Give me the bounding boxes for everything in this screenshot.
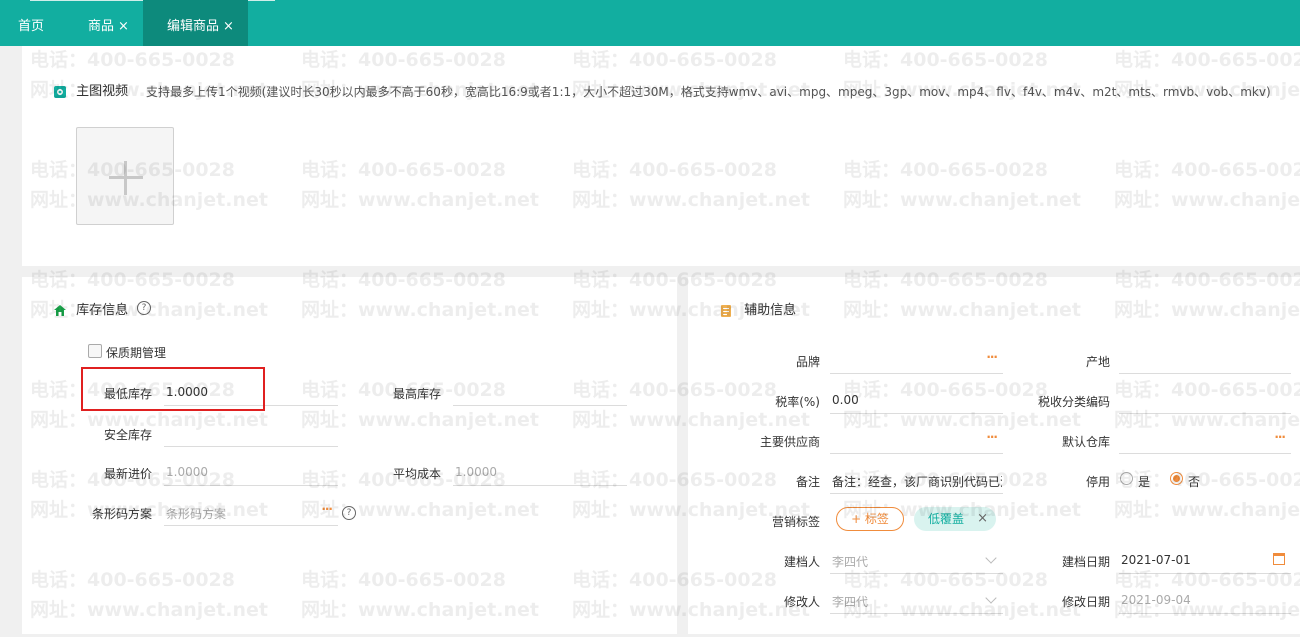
tax-code-input[interactable]	[1119, 388, 1291, 414]
modifier-chevron-down-icon	[985, 592, 997, 604]
tab-edit-product-close-icon[interactable]: ×	[223, 19, 234, 34]
creator-chevron-down-icon	[985, 552, 997, 564]
origin-input[interactable]	[1119, 348, 1291, 374]
barcode-scheme-input[interactable]: 条形码方案 ···	[164, 500, 338, 526]
tag-remove-icon[interactable]: ×	[977, 507, 988, 531]
tab-products[interactable]: 商品 ×	[88, 0, 129, 46]
video-upload-button[interactable]	[76, 127, 174, 225]
calendar-icon[interactable]	[1273, 553, 1285, 565]
barcode-scheme-placeholder: 条形码方案	[166, 507, 227, 521]
safety-stock-label: 安全库存	[104, 428, 153, 442]
tab-edit-product-label: 编辑商品	[167, 19, 220, 34]
tag-chip: 低覆盖 ×	[914, 507, 996, 531]
aux-info-panel: 辅助信息 品牌 ··· 产地 税率(%) 0.00 税收分类编码 主要供应商 ·…	[688, 277, 1300, 634]
creator-label: 建档人	[783, 555, 820, 569]
creator-select[interactable]: 李四代	[830, 548, 1003, 574]
warehouse-label: 默认仓库	[1061, 435, 1110, 449]
barcode-more-icon[interactable]: ···	[321, 502, 333, 516]
latest-price-label: 最新进价	[104, 467, 153, 481]
modifier-label: 修改人	[783, 595, 820, 609]
safety-stock-input[interactable]	[164, 421, 338, 447]
tax-rate-value: 0.00	[832, 393, 859, 407]
disabled-radio-yes[interactable]	[1120, 472, 1133, 485]
shelf-life-checkbox[interactable]	[88, 344, 102, 358]
video-section-title: 主图视频	[54, 80, 128, 99]
tab-home[interactable]: 首页	[18, 0, 44, 46]
modifier-value: 李四代	[832, 595, 869, 609]
tax-code-label: 税收分类编码	[1037, 395, 1110, 409]
brand-more-icon[interactable]: ···	[986, 350, 998, 364]
warehouse-icon	[54, 304, 66, 316]
latest-price-value: 1.0000	[166, 465, 208, 479]
disabled-radio-no-label: 否	[1188, 475, 1201, 489]
create-date-label: 建档日期	[1061, 555, 1110, 569]
avg-cost-field: 1.0000	[453, 460, 627, 486]
remark-value: 备注：经查，该厂商识别代码已注	[832, 475, 1002, 489]
tab-bar: 首页 商品 × 编辑商品 ×	[0, 0, 1300, 46]
video-upload-hint: 支持最多上传1个视频(建议时长30秒以内最多不高于60秒，宽高比16:9或者1:…	[146, 85, 1271, 99]
tags-label: 营销标签	[771, 515, 820, 529]
shelf-life-label: 保质期管理	[106, 346, 167, 360]
document-icon	[721, 304, 731, 317]
stock-help-icon[interactable]: ?	[137, 301, 151, 315]
modify-date-field: 2021-09-04	[1119, 588, 1291, 614]
add-tag-button[interactable]: + 标签	[836, 507, 904, 531]
video-icon	[54, 85, 66, 98]
avg-cost-label: 平均成本	[393, 467, 442, 481]
disabled-label: 停用	[1085, 475, 1110, 489]
origin-label: 产地	[1085, 355, 1110, 369]
barcode-scheme-label: 条形码方案	[92, 507, 153, 521]
tax-rate-label: 税率(%)	[775, 395, 820, 409]
min-stock-highlight-box	[81, 367, 265, 411]
disabled-radio-yes-label: 是	[1138, 475, 1151, 489]
stock-title-text: 库存信息	[76, 303, 129, 318]
barcode-help-icon[interactable]: ?	[342, 506, 356, 520]
tab-products-label: 商品	[88, 19, 115, 34]
tag-chip-label: 低覆盖	[928, 512, 965, 526]
tax-rate-input[interactable]: 0.00	[830, 388, 1003, 414]
supplier-input[interactable]: ···	[830, 428, 1003, 454]
tab-home-label: 首页	[18, 19, 45, 34]
create-date-input[interactable]: 2021-07-01	[1119, 548, 1291, 574]
modify-date-value: 2021-09-04	[1121, 593, 1191, 607]
aux-title-text: 辅助信息	[744, 303, 797, 318]
modifier-select[interactable]: 李四代	[830, 588, 1003, 614]
latest-price-field: 1.0000	[164, 460, 338, 486]
warehouse-input[interactable]: ···	[1119, 428, 1291, 454]
disabled-radio-no[interactable]	[1170, 472, 1183, 485]
creator-value: 李四代	[832, 555, 869, 569]
create-date-value: 2021-07-01	[1121, 553, 1191, 567]
max-stock-input[interactable]	[453, 380, 627, 406]
tab-products-close-icon[interactable]: ×	[118, 19, 129, 34]
modify-date-label: 修改日期	[1061, 595, 1110, 609]
stock-info-panel: 库存信息 ? 保质期管理 最低库存 1.0000 最高库存 安全库存 最新进价 …	[22, 277, 677, 634]
warehouse-more-icon[interactable]: ···	[1274, 430, 1286, 444]
stock-section-title: 库存信息	[54, 299, 128, 318]
remark-label: 备注	[795, 475, 820, 489]
supplier-more-icon[interactable]: ···	[986, 430, 998, 444]
brand-label: 品牌	[795, 355, 820, 369]
supplier-label: 主要供应商	[759, 435, 820, 449]
main-video-panel: 主图视频 支持最多上传1个视频(建议时长30秒以内最多不高于60秒，宽高比16:…	[22, 46, 1300, 266]
video-title-text: 主图视频	[76, 84, 129, 99]
aux-section-title: 辅助信息	[720, 299, 796, 318]
avg-cost-value: 1.0000	[455, 465, 497, 479]
max-stock-label: 最高库存	[393, 387, 442, 401]
tab-edit-product[interactable]: 编辑商品 ×	[143, 0, 248, 46]
remark-input[interactable]: 备注：经查，该厂商识别代码已注	[830, 468, 1003, 494]
brand-input[interactable]: ···	[830, 348, 1003, 374]
